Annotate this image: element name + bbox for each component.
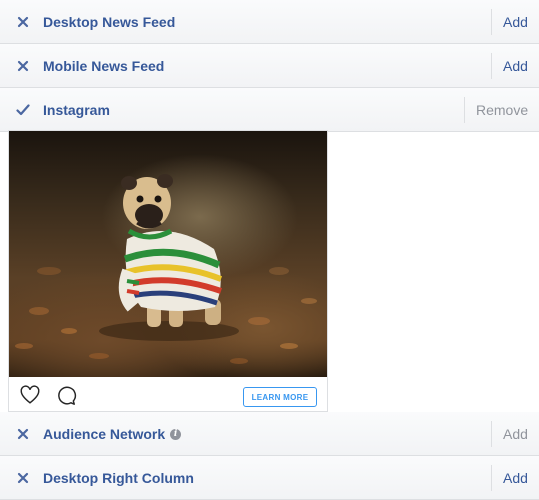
checkmark-icon <box>14 88 32 132</box>
info-icon[interactable]: i <box>170 428 182 440</box>
placement-label: Instagram <box>43 102 110 118</box>
placement-label: Desktop Right Column <box>43 470 194 486</box>
placement-row-mobile-news-feed: Mobile News Feed Add <box>0 44 539 88</box>
instagram-action-bar: LEARN MORE <box>9 377 327 411</box>
divider <box>464 97 465 123</box>
comment-icon[interactable] <box>55 384 77 406</box>
divider <box>491 421 492 447</box>
placement-label: Desktop News Feed <box>43 14 176 30</box>
instagram-ad-preview: LEARN MORE <box>8 130 328 412</box>
divider <box>491 9 492 35</box>
add-button[interactable]: Add <box>503 456 528 500</box>
placement-row-instagram: Instagram Remove <box>0 88 539 132</box>
placements-panel: Desktop News Feed Add Mobile News Feed A… <box>0 0 539 500</box>
heart-icon[interactable] <box>19 384 41 406</box>
divider <box>491 53 492 79</box>
add-button[interactable]: Add <box>503 412 528 456</box>
excluded-x-icon <box>14 0 32 44</box>
divider <box>491 465 492 491</box>
learn-more-button[interactable]: LEARN MORE <box>243 387 317 407</box>
placement-row-desktop-news-feed: Desktop News Feed Add <box>0 0 539 44</box>
placement-label-text: Audience Network <box>43 426 166 442</box>
add-button[interactable]: Add <box>503 0 528 44</box>
excluded-x-icon <box>14 412 32 456</box>
remove-button[interactable]: Remove <box>476 88 528 132</box>
placement-label: Mobile News Feed <box>43 58 165 74</box>
ad-image <box>9 131 327 377</box>
excluded-x-icon <box>14 44 32 88</box>
add-button[interactable]: Add <box>503 44 528 88</box>
placement-row-audience-network: Audience Network i Add <box>0 412 539 456</box>
excluded-x-icon <box>14 456 32 500</box>
placement-label: Audience Network i <box>43 412 182 456</box>
placement-row-desktop-right-column: Desktop Right Column Add <box>0 456 539 500</box>
